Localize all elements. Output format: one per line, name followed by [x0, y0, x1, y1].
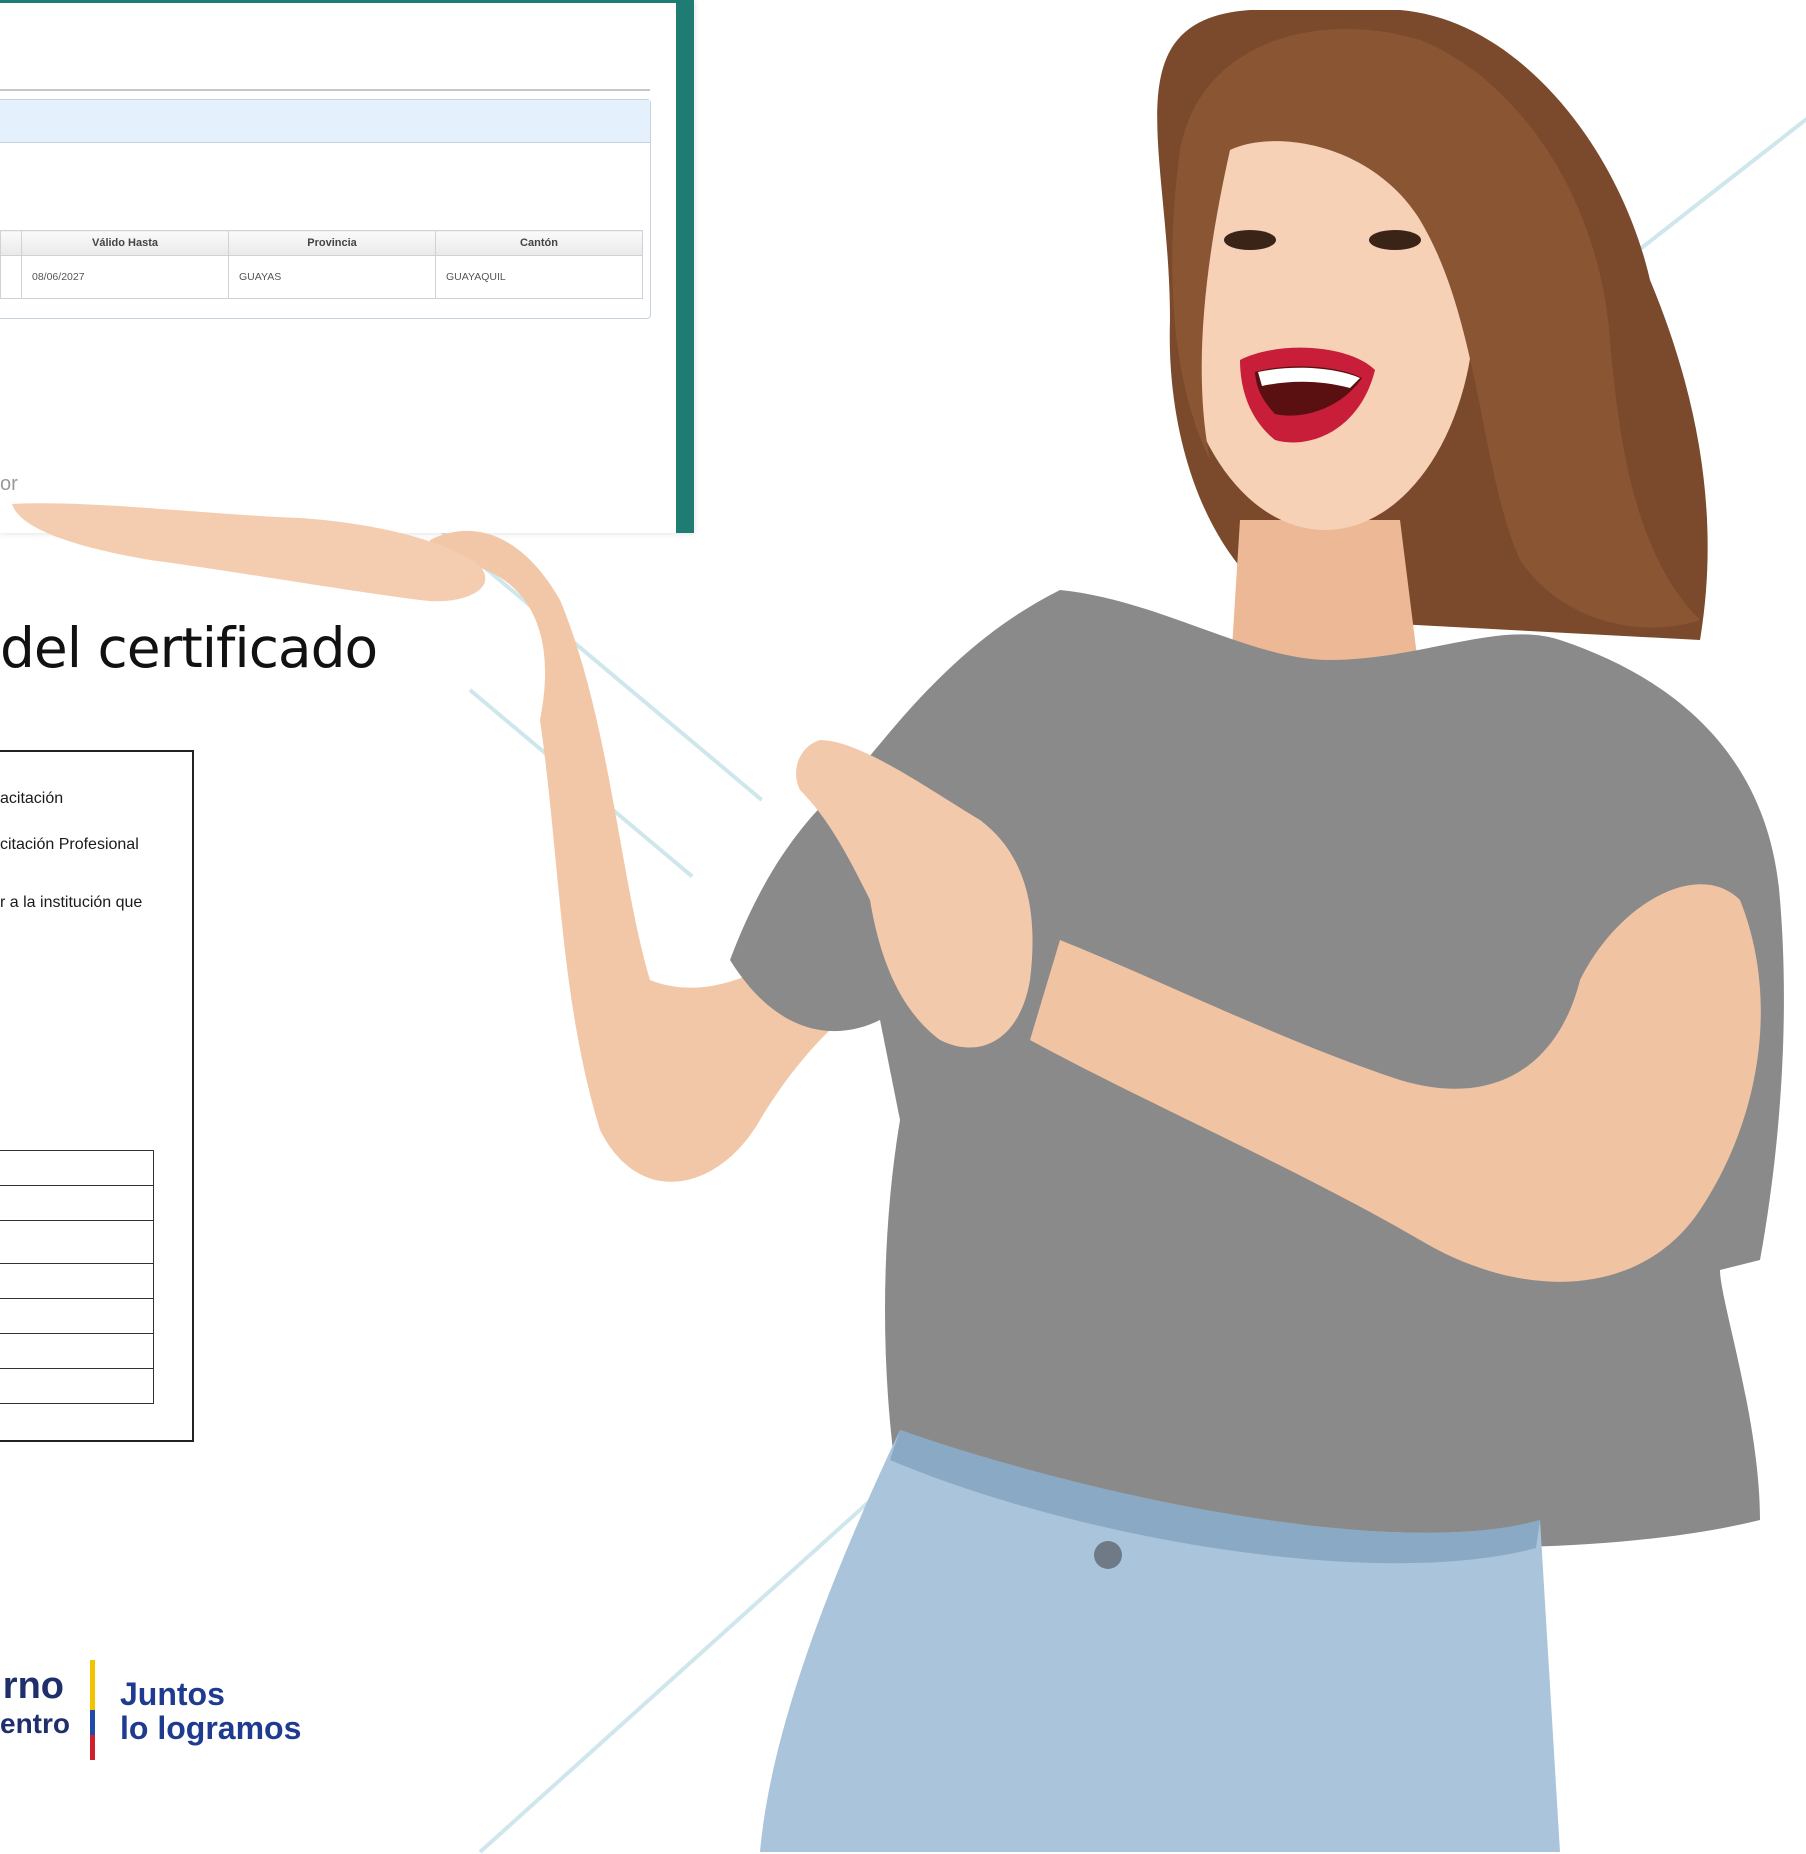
smiling-woman-photo	[12, 10, 1784, 1852]
